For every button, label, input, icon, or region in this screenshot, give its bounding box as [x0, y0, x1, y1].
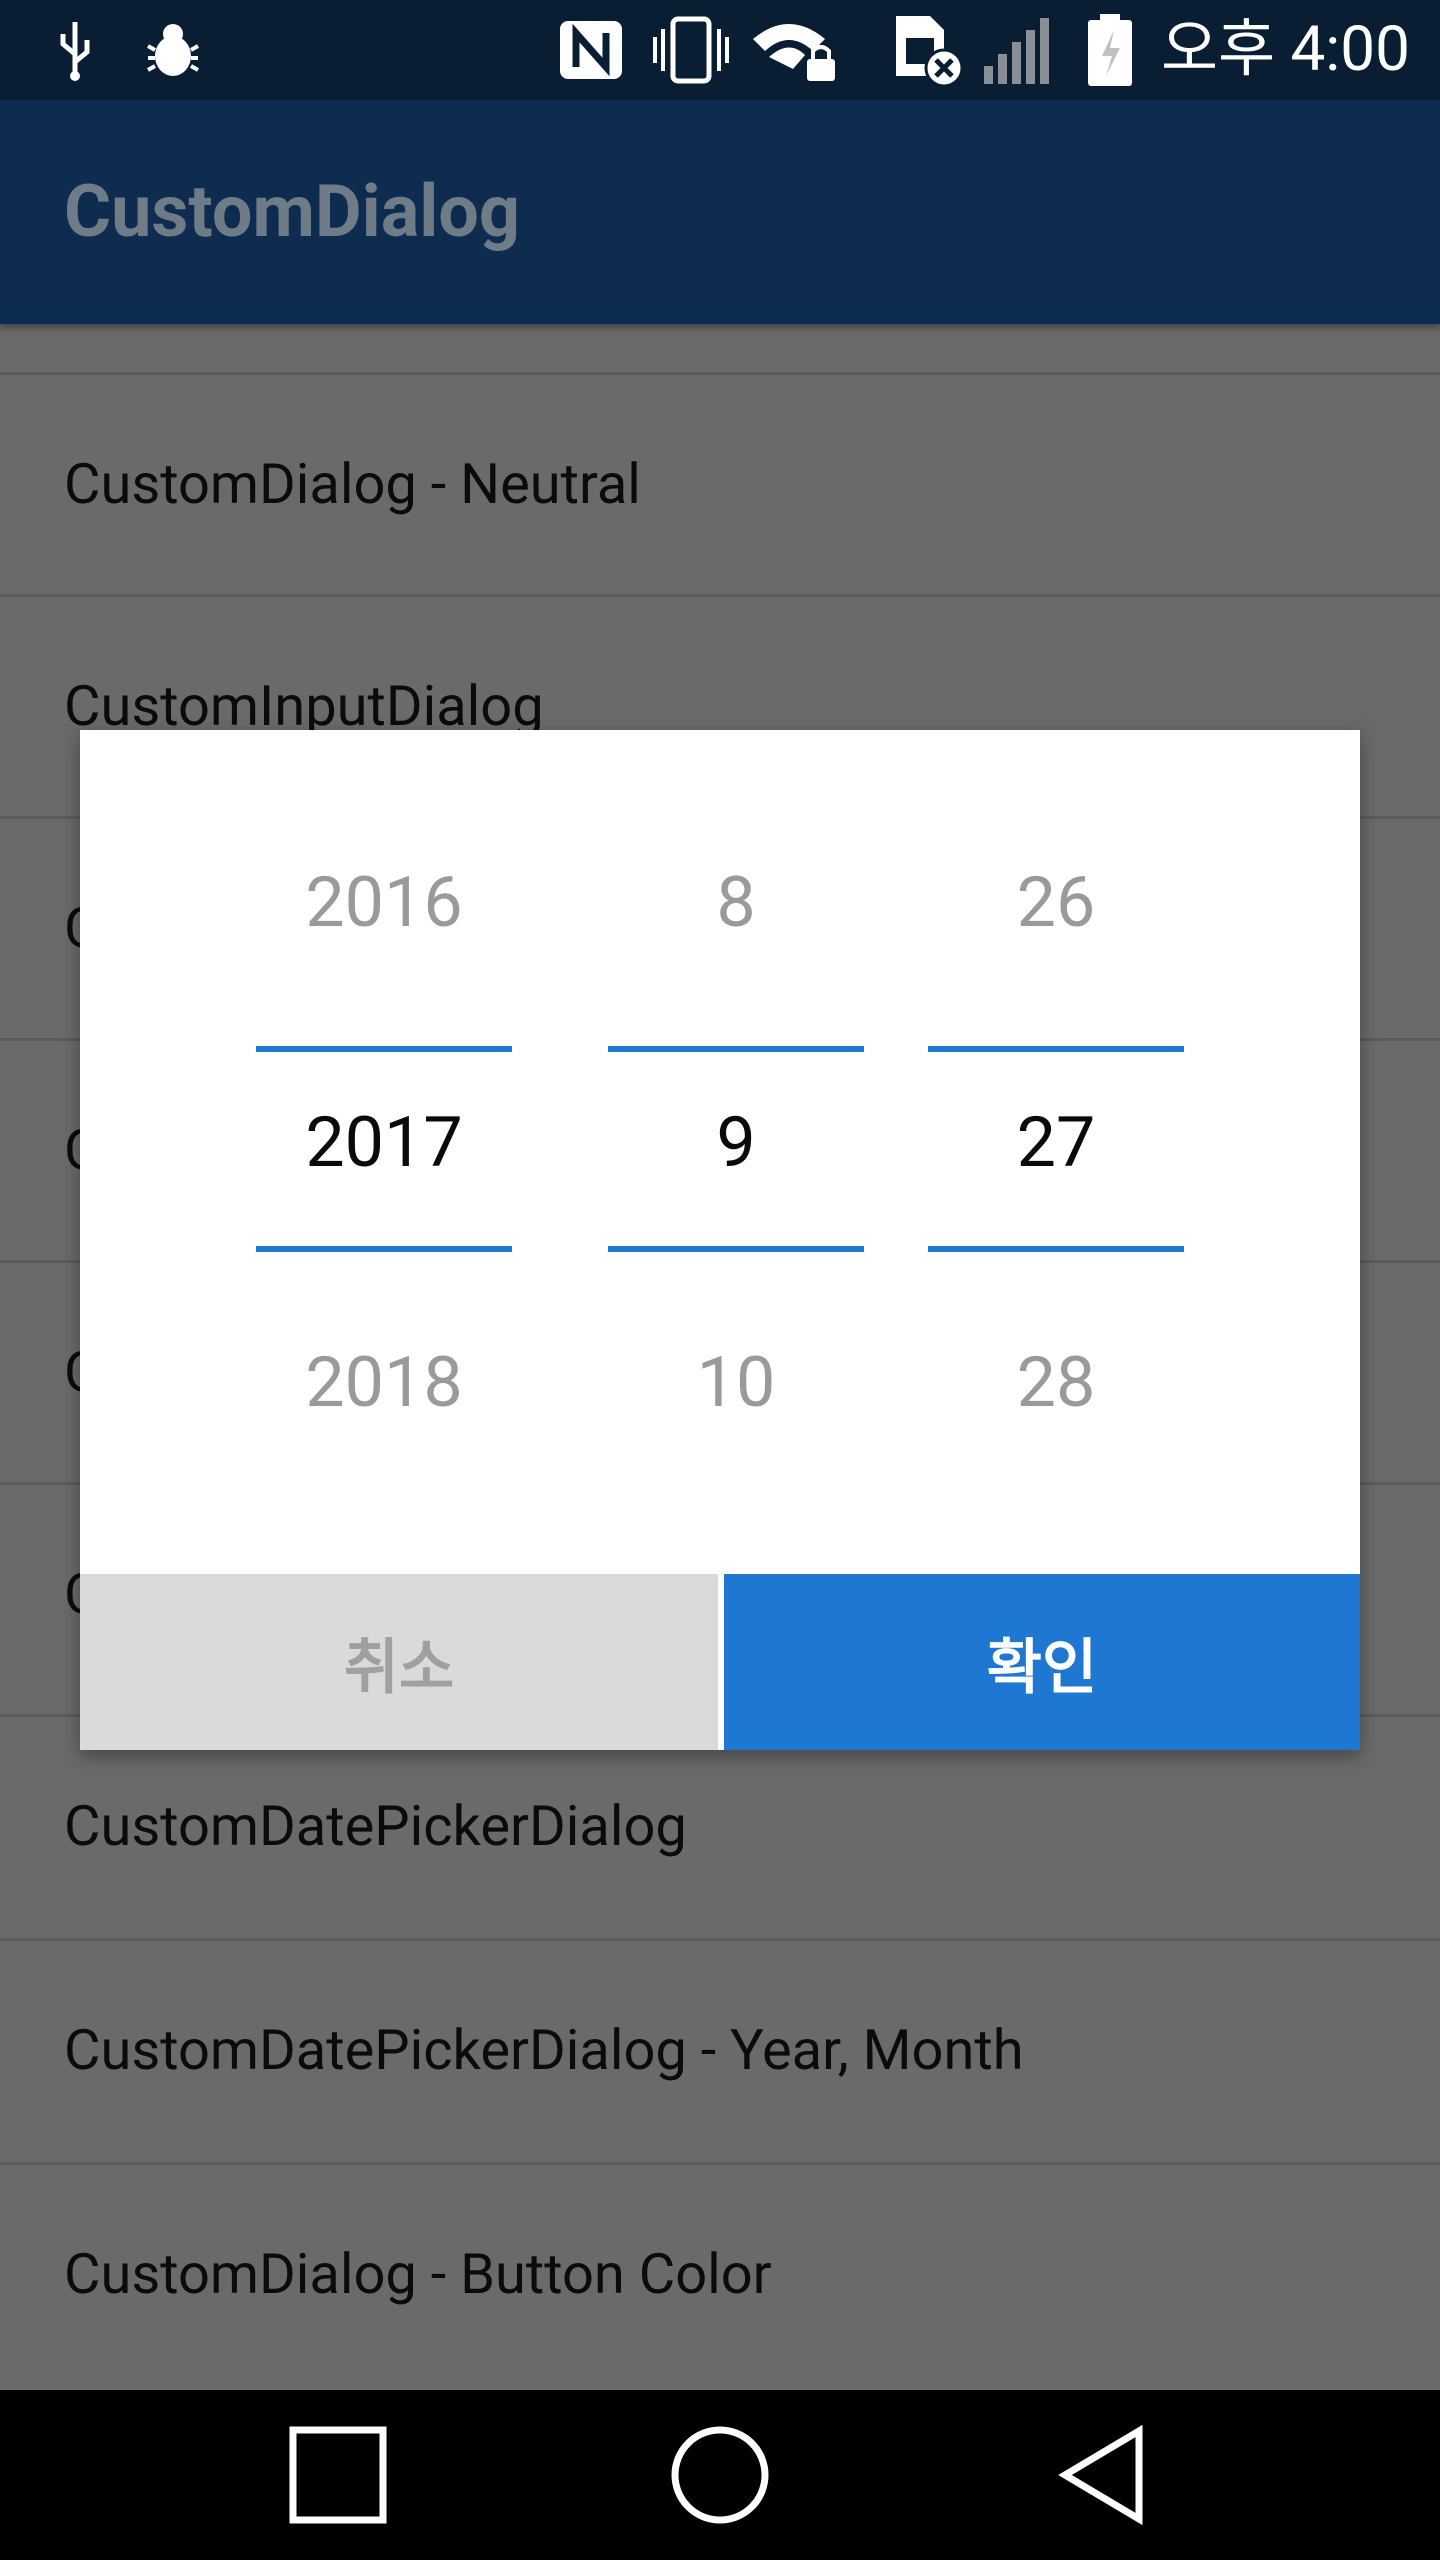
year-next-option[interactable]: 2018 [256, 1342, 512, 1424]
bug-icon [138, 14, 208, 86]
day-selected-option[interactable]: 27 [928, 1102, 1184, 1184]
navigation-bar [0, 2390, 1440, 2560]
year-picker[interactable]: 2016 2017 2018 [256, 730, 512, 1570]
day-prev-option[interactable]: 26 [928, 862, 1184, 944]
list-item-label: CustomDialog - Button Color [64, 2241, 772, 2307]
ok-button[interactable]: 확인 [724, 1574, 1360, 1750]
year-divider-bottom [256, 1246, 512, 1252]
year-selected-option[interactable]: 2017 [256, 1102, 512, 1184]
month-divider-bottom [608, 1246, 864, 1252]
day-divider-top [928, 1046, 1184, 1052]
status-time: 오후 4:00 [1160, 13, 1410, 86]
list-item-label: CustomDialog - Neutral [64, 451, 641, 517]
list-item[interactable]: CustomDatePickerDialog - Year, Month [0, 1938, 1440, 2160]
usb-icon [50, 14, 100, 86]
signal-icon [980, 14, 1060, 86]
recent-apps-icon[interactable] [238, 2390, 438, 2560]
nfc-icon [555, 14, 627, 86]
year-divider-top [256, 1046, 512, 1052]
app-bar: CustomDialog [0, 100, 1440, 324]
day-next-option[interactable]: 28 [928, 1342, 1184, 1424]
wifi-lock-icon [748, 14, 840, 86]
home-icon[interactable] [620, 2390, 820, 2560]
date-picker-dialog: 2016 2017 2018 8 9 10 26 27 28 취소 확인 [80, 730, 1360, 1750]
back-icon[interactable] [1002, 2390, 1202, 2560]
list-item[interactable]: CustomDialog - Button Color [0, 2162, 1440, 2384]
vibrate-icon [650, 14, 732, 86]
cancel-button[interactable]: 취소 [80, 1574, 718, 1750]
battery-icon [1080, 14, 1140, 86]
month-prev-option[interactable]: 8 [608, 862, 864, 944]
sim-error-icon [890, 14, 970, 88]
year-prev-option[interactable]: 2016 [256, 862, 512, 944]
app-title: CustomDialog [64, 169, 521, 254]
month-picker[interactable]: 8 9 10 [608, 730, 864, 1570]
month-selected-option[interactable]: 9 [608, 1102, 864, 1184]
status-bar: 오후 4:00 [0, 0, 1440, 100]
day-divider-bottom [928, 1246, 1184, 1252]
month-divider-top [608, 1046, 864, 1052]
list-item-label: CustomDatePickerDialog - Year, Month [64, 2017, 1024, 2083]
month-next-option[interactable]: 10 [608, 1342, 864, 1424]
day-picker[interactable]: 26 27 28 [928, 730, 1184, 1570]
list-item[interactable]: CustomDialog - Neutral [0, 372, 1440, 594]
